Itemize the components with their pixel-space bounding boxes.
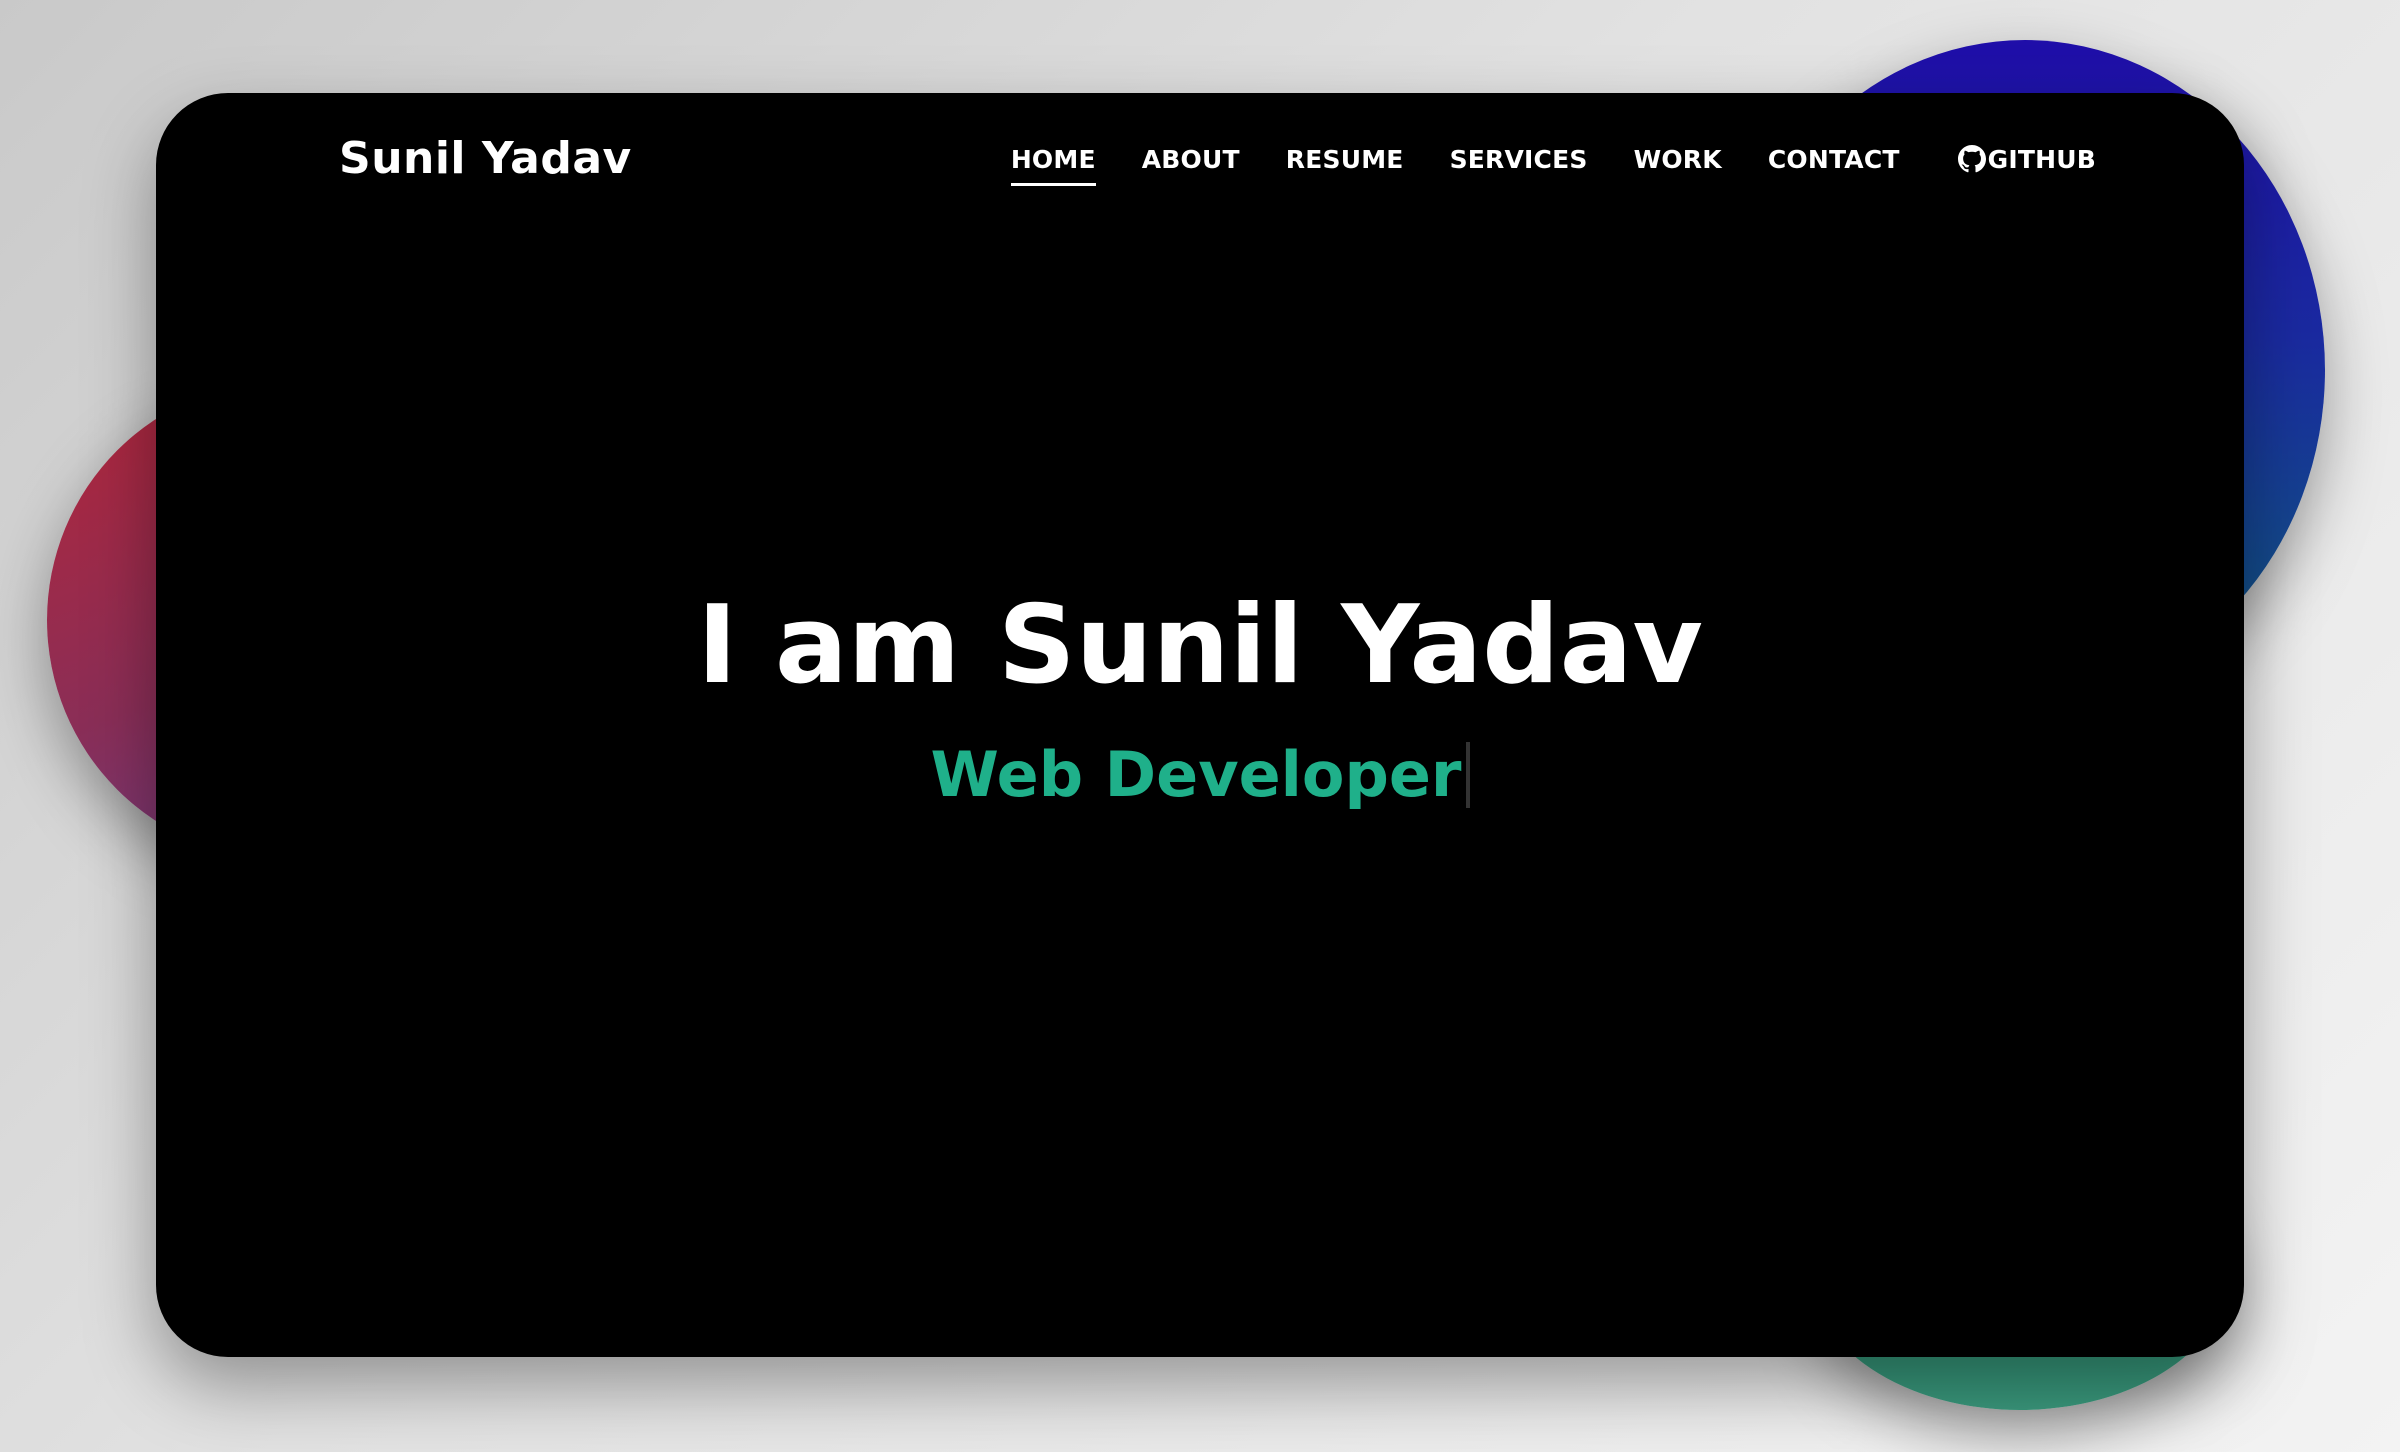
main-nav: HOME ABOUT RESUME SERVICES WORK CONTACT … — [1010, 144, 2096, 186]
typing-cursor — [1465, 741, 1470, 808]
hero-section: I am Sunil Yadav Web Developer — [156, 583, 2244, 811]
github-icon — [1957, 144, 1986, 172]
nav-github[interactable]: GITHUB — [1957, 144, 2096, 186]
nav-services[interactable]: SERVICES — [1450, 145, 1588, 186]
nav-resume[interactable]: RESUME — [1286, 145, 1404, 186]
hero-title: I am Sunil Yadav — [697, 583, 1703, 708]
nav-contact[interactable]: CONTACT — [1768, 145, 1900, 186]
hero-subtitle-wrapper: Web Developer — [930, 738, 1470, 811]
github-label: GITHUB — [1987, 145, 2096, 174]
nav-about[interactable]: ABOUT — [1142, 145, 1240, 186]
brand-logo-link[interactable]: Sunil Yadav — [339, 133, 632, 184]
nav-home[interactable]: HOME — [1010, 145, 1096, 186]
nav-work[interactable]: WORK — [1634, 145, 1722, 186]
website-card: Sunil Yadav HOME ABOUT RESUME SERVICES W… — [156, 93, 2244, 1357]
hero-subtitle: Web Developer — [930, 738, 1462, 811]
